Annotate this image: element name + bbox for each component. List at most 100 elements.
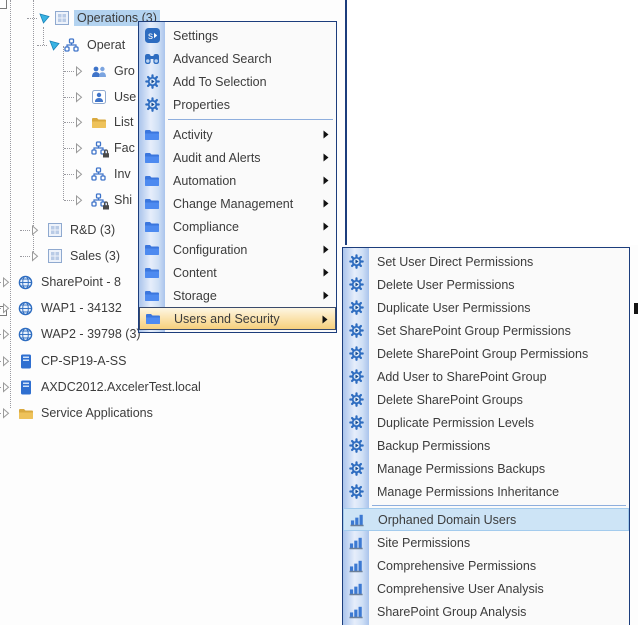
submenu-item-comprehensive-user-analysis[interactable]: Comprehensive User Analysis [343, 577, 629, 600]
submenu-item-set-user-direct-permissions[interactable]: Set User Direct Permissions [343, 250, 629, 273]
submenu-item-delete-user-permissions[interactable]: Delete User Permissions [343, 273, 629, 296]
tree-item-shi[interactable]: Shi [64, 191, 135, 210]
collapsed-arrow-icon[interactable] [20, 224, 44, 236]
blue-folder-icon [145, 311, 161, 327]
collapsed-arrow-icon[interactable] [0, 276, 15, 288]
menu-item-users-and-security[interactable]: Users and Security [139, 307, 336, 330]
edge-artifact [634, 303, 638, 314]
site-collection-icon [53, 10, 70, 26]
submenu-item-set-sharepoint-group-permissions[interactable]: Set SharePoint Group Permissions [343, 319, 629, 342]
tree-item-label: SharePoint - 8 [41, 275, 121, 289]
sites-icon [63, 37, 80, 53]
tree-item-inv[interactable]: Inv [64, 165, 134, 183]
tree-item-groups[interactable]: Gro [64, 62, 138, 80]
collapsed-arrow-icon[interactable] [0, 328, 15, 340]
folder-icon [17, 405, 34, 421]
server-icon [17, 353, 34, 369]
tree-item-wap2[interactable]: WAP2 - 39798 (3) [0, 325, 144, 343]
submenu-item-site-permissions[interactable]: Site Permissions [343, 531, 629, 554]
menu-separator [168, 119, 333, 120]
svg-text:s: s [148, 31, 153, 42]
collapsed-arrow-icon[interactable] [64, 91, 88, 103]
submenu-item-duplicate-user-permissions[interactable]: Duplicate User Permissions [343, 296, 629, 319]
tree-item-axdc2012[interactable]: AXDC2012.AxcelerTest.local [0, 378, 204, 396]
menu-item-change-management[interactable]: Change Management [139, 192, 336, 215]
tree-item-service-applications[interactable]: Service Applications [0, 404, 156, 422]
gear-run-icon [348, 392, 364, 408]
tree-guide-line [63, 46, 64, 200]
menu-item-activity[interactable]: Activity [139, 123, 336, 146]
collapsed-arrow-icon[interactable] [0, 407, 15, 419]
expanded-arrow-icon[interactable] [27, 12, 51, 24]
binoculars-icon [144, 51, 160, 67]
gear-run-icon [348, 300, 364, 316]
sites-icon [90, 166, 107, 182]
bar-chart-icon [348, 581, 364, 597]
menu-item-settings[interactable]: s Settings [139, 24, 336, 47]
tree-item-label: CP-SP19-A-SS [41, 354, 127, 368]
tree-item-lists[interactable]: List [64, 113, 136, 131]
blue-folder-icon [144, 196, 160, 212]
blue-folder-icon [144, 173, 160, 189]
gear-run-icon [348, 323, 364, 339]
submenu-item-sharepoint-group-analysis[interactable]: SharePoint Group Analysis [343, 600, 629, 623]
submenu-item-delete-sharepoint-groups[interactable]: Delete SharePoint Groups [343, 388, 629, 411]
collapsed-arrow-icon[interactable] [64, 116, 88, 128]
tree-item-label: Inv [114, 167, 131, 181]
submenu-item-orphaned-domain-users[interactable]: Orphaned Domain Users [343, 508, 629, 531]
tree-item-sharepoint[interactable]: SharePoint - 8 [0, 273, 124, 291]
gear-run-icon [348, 254, 364, 270]
menu-separator [372, 505, 626, 506]
submenu-item-duplicate-permission-levels[interactable]: Duplicate Permission Levels [343, 411, 629, 434]
gear-run-icon [144, 97, 160, 113]
submenu-item-add-user-to-sharepoint-group[interactable]: Add User to SharePoint Group [343, 365, 629, 388]
menu-item-add-to-selection[interactable]: Add To Selection [139, 70, 336, 93]
menu-item-compliance[interactable]: Compliance [139, 215, 336, 238]
menu-item-storage[interactable]: Storage [139, 284, 336, 307]
tree-item-users[interactable]: Use [64, 88, 139, 106]
menu-item-content[interactable]: Content [139, 261, 336, 284]
blue-folder-icon [144, 150, 160, 166]
submenu-item-delete-sharepoint-group-permissions[interactable]: Delete SharePoint Group Permissions [343, 342, 629, 365]
collapsed-arrow-icon[interactable] [0, 381, 15, 393]
menu-item-advanced-search[interactable]: Advanced Search [139, 47, 336, 70]
tree-item-rd[interactable]: R&D (3) [20, 221, 118, 239]
collapsed-arrow-icon[interactable] [0, 302, 15, 314]
menu-item-audit-and-alerts[interactable]: Audit and Alerts [139, 146, 336, 169]
gear-run-icon [348, 415, 364, 431]
submenu-item-manage-permissions-inheritance[interactable]: Manage Permissions Inheritance [343, 480, 629, 503]
sites-lock-icon [90, 192, 109, 210]
menu-item-configuration[interactable]: Configuration [139, 238, 336, 261]
collapsed-arrow-icon[interactable] [64, 142, 88, 154]
submenu-arrow-icon [322, 315, 328, 324]
bar-chart-icon [348, 604, 364, 620]
globe-icon [17, 326, 34, 342]
collapsed-arrow-icon[interactable] [20, 250, 44, 262]
bar-chart-icon [348, 535, 364, 551]
folder-icon [90, 114, 107, 130]
blue-folder-icon [144, 219, 160, 235]
gear-run-icon [348, 484, 364, 500]
menu-item-automation[interactable]: Automation [139, 169, 336, 192]
submenu-item-manage-permissions-backups[interactable]: Manage Permissions Backups [343, 457, 629, 480]
gear-run-icon [144, 74, 160, 90]
submenu-item-comprehensive-permissions[interactable]: Comprehensive Permissions [343, 554, 629, 577]
tree-item-fac[interactable]: Fac [64, 139, 138, 158]
tree-guide-line [10, 0, 11, 408]
collapsed-arrow-icon[interactable] [0, 355, 15, 367]
tree-item-operations-site[interactable]: Operat [37, 36, 128, 54]
tree-item-sales[interactable]: Sales (3) [20, 247, 123, 265]
submenu-item-backup-permissions[interactable]: Backup Permissions [343, 434, 629, 457]
tree-item-wap1[interactable]: WAP1 - 34132 [0, 299, 125, 317]
collapsed-arrow-icon[interactable] [64, 194, 88, 206]
collapsed-arrow-icon[interactable] [64, 65, 88, 77]
collapsed-arrow-icon[interactable] [64, 168, 88, 180]
globe-icon [17, 274, 34, 290]
tree-item-label: Shi [114, 193, 133, 207]
submenu-arrow-icon [323, 153, 329, 162]
expanded-arrow-icon[interactable] [37, 39, 61, 51]
menu-item-properties[interactable]: Properties [139, 93, 336, 116]
sites-lock-icon [90, 140, 109, 158]
gear-run-icon [348, 461, 364, 477]
tree-item-cp-sp19[interactable]: CP-SP19-A-SS [0, 352, 129, 370]
